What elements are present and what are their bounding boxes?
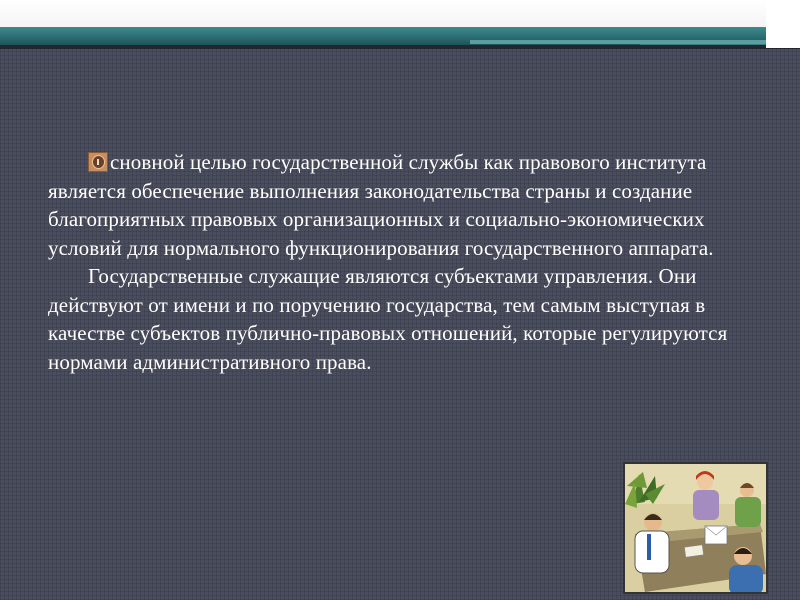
meeting-clipart: [623, 462, 768, 594]
dark-divider: [0, 45, 800, 49]
slide-body-text: сновной целью государственной службы как…: [48, 148, 748, 376]
top-white-bar: [0, 0, 800, 28]
paragraph-1: сновной целью государственной службы как…: [48, 148, 748, 262]
drop-cap-bullet-icon: [88, 152, 108, 172]
corner-block: [766, 0, 800, 48]
paragraph-2: Государственные служащие являются субъек…: [48, 262, 748, 376]
slide: сновной целью государственной службы как…: [0, 0, 800, 600]
paragraph-1-text: сновной целью государственной службы как…: [48, 150, 714, 260]
paragraph-2-text: Государственные служащие являются субъек…: [48, 264, 728, 374]
office-meeting-illustration: [625, 464, 766, 592]
